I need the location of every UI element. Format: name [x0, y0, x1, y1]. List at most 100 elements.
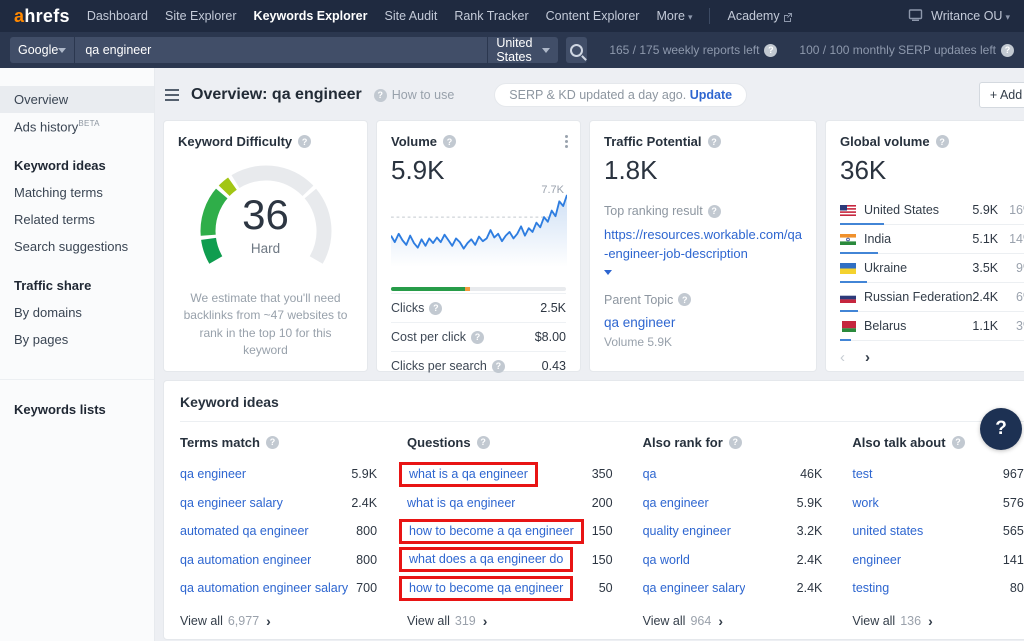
info-icon[interactable]: [266, 436, 279, 449]
info-icon[interactable]: [952, 436, 965, 449]
flag-belarus-icon: [840, 321, 856, 332]
table-row: united states565K: [852, 517, 1024, 546]
keyword-link[interactable]: how to become a qa engineer: [409, 524, 574, 538]
nav-content-explorer[interactable]: Content Explorer: [546, 9, 640, 23]
info-icon[interactable]: [477, 436, 490, 449]
info-icon[interactable]: [443, 135, 456, 148]
search-engine-select[interactable]: Google: [10, 37, 74, 63]
top-ranking-url[interactable]: https://resources.workable.com/qa-engine…: [604, 226, 802, 264]
keyword-difficulty-card: Keyword Difficulty 36 Hard: [163, 120, 368, 372]
kd-note: We estimate that you'll need backlinks f…: [178, 290, 353, 360]
volume-card-title: Volume: [391, 134, 437, 149]
nav-academy[interactable]: Academy: [727, 9, 793, 23]
top-navbar: ahrefs Dashboard Site Explorer Keywords …: [0, 0, 1024, 32]
annotation-red-box: how to become qa engineer: [399, 576, 573, 601]
help-button[interactable]: ?: [980, 408, 1022, 450]
nav-rank-tracker[interactable]: Rank Tracker: [454, 9, 528, 23]
sidebar-item-related-terms[interactable]: Related terms: [0, 206, 154, 233]
nav-divider: [709, 8, 710, 24]
keyword-link[interactable]: what does a qa engineer do: [409, 552, 563, 566]
view-all-also-talk-about[interactable]: View all136›: [852, 613, 1024, 629]
beta-badge: BETA: [78, 119, 100, 128]
sidebar-item-keywords-lists[interactable]: Keywords lists: [0, 396, 154, 423]
sidebar-item-search-suggestions[interactable]: Search suggestions: [0, 233, 154, 260]
sidebar-item-by-domains[interactable]: By domains: [0, 299, 154, 326]
flag-russia-icon: [840, 292, 856, 303]
info-icon[interactable]: [1001, 44, 1014, 57]
parent-topic-volume: Volume 5.9K: [604, 335, 802, 349]
main-content: Overview: qa engineer How to use SERP & …: [155, 68, 1024, 641]
keyword-link[interactable]: qa automation engineer salary: [180, 581, 348, 595]
pager-prev-icon[interactable]: ‹: [840, 349, 845, 366]
info-icon[interactable]: [708, 135, 721, 148]
top-ranking-label: Top ranking result: [604, 204, 703, 218]
keyword-link[interactable]: united states: [852, 524, 923, 538]
nav-keywords-explorer[interactable]: Keywords Explorer: [254, 9, 368, 23]
sidebar: Overview Ads historyBETA Keyword ideas M…: [0, 68, 155, 641]
chevron-right-icon: ›: [928, 613, 933, 629]
flag-ukraine-icon: [840, 263, 856, 274]
chevron-down-icon: ▾: [1005, 12, 1010, 23]
tp-card-title: Traffic Potential: [604, 134, 702, 149]
nav-site-audit[interactable]: Site Audit: [384, 9, 437, 23]
table-row: qa46K: [643, 460, 823, 489]
keyword-link[interactable]: test: [852, 467, 872, 481]
country-row-russia: Russian Federation 2.4K 6%: [840, 283, 1024, 312]
add-to-button[interactable]: + Add to: [979, 82, 1024, 108]
update-link[interactable]: Update: [690, 88, 732, 102]
parent-topic-link[interactable]: qa engineer: [604, 315, 802, 330]
table-row: what is a qa engineer350: [407, 460, 613, 489]
table-row: automated qa engineer800: [180, 517, 377, 546]
keyword-link[interactable]: qa automation engineer: [180, 553, 311, 567]
nav-site-explorer[interactable]: Site Explorer: [165, 9, 237, 23]
country-select[interactable]: United States: [488, 37, 557, 63]
info-icon[interactable]: [298, 135, 311, 148]
table-row: qa automation engineer salary700: [180, 574, 377, 603]
nav-more[interactable]: More▾: [656, 9, 692, 23]
keyword-link[interactable]: qa: [643, 467, 657, 481]
info-icon[interactable]: [492, 360, 505, 373]
keyword-link[interactable]: qa engineer: [643, 496, 709, 510]
sidebar-item-ads-history[interactable]: Ads historyBETA: [0, 113, 154, 140]
keyword-link[interactable]: engineer: [852, 553, 901, 567]
ahrefs-logo[interactable]: ahrefs: [14, 6, 70, 27]
keyword-link[interactable]: how to become qa engineer: [409, 581, 563, 595]
info-icon[interactable]: [678, 293, 691, 306]
pager-next-icon[interactable]: ›: [865, 349, 870, 366]
keyword-search-input[interactable]: [75, 37, 487, 63]
keyword-link[interactable]: qa world: [643, 553, 690, 567]
info-icon[interactable]: [429, 302, 442, 315]
sidebar-item-matching-terms[interactable]: Matching terms: [0, 179, 154, 206]
volume-card: Volume 5.9K 7.7K: [376, 120, 581, 372]
info-icon[interactable]: [708, 205, 721, 218]
how-to-use-link[interactable]: How to use: [374, 88, 455, 102]
keyword-link[interactable]: qa engineer salary: [180, 496, 283, 510]
info-icon[interactable]: [471, 331, 484, 344]
info-icon[interactable]: [936, 135, 949, 148]
keyword-link[interactable]: what is qa engineer: [407, 496, 515, 510]
sidebar-item-by-pages[interactable]: By pages: [0, 326, 154, 353]
keyword-link[interactable]: quality engineer: [643, 524, 731, 538]
volume-value: 5.9K: [391, 155, 566, 186]
sidebar-group-traffic-share: Traffic share: [0, 272, 154, 299]
table-row: testing80K: [852, 574, 1024, 603]
workspace-menu[interactable]: Writance OU▾: [931, 9, 1010, 23]
keyword-link[interactable]: qa engineer salary: [643, 581, 746, 595]
keyword-link[interactable]: what is a qa engineer: [409, 467, 528, 481]
keyword-link[interactable]: work: [852, 496, 878, 510]
search-button[interactable]: [566, 37, 588, 63]
view-all-terms-match[interactable]: View all6,977›: [180, 613, 377, 629]
sidebar-item-overview[interactable]: Overview: [0, 86, 154, 113]
info-icon[interactable]: [764, 44, 777, 57]
expand-url-icon[interactable]: [604, 270, 612, 275]
keyword-link[interactable]: testing: [852, 581, 889, 595]
keyword-link[interactable]: automated qa engineer: [180, 524, 309, 538]
nav-dashboard[interactable]: Dashboard: [87, 9, 148, 23]
view-all-questions[interactable]: View all319›: [407, 613, 613, 629]
collapse-sidebar-icon[interactable]: [165, 89, 179, 101]
table-row: qa engineer5.9K: [643, 489, 823, 518]
keyword-link[interactable]: qa engineer: [180, 467, 246, 481]
kebab-menu-icon[interactable]: [563, 133, 570, 150]
view-all-also-rank-for[interactable]: View all964›: [643, 613, 823, 629]
info-icon[interactable]: [729, 436, 742, 449]
